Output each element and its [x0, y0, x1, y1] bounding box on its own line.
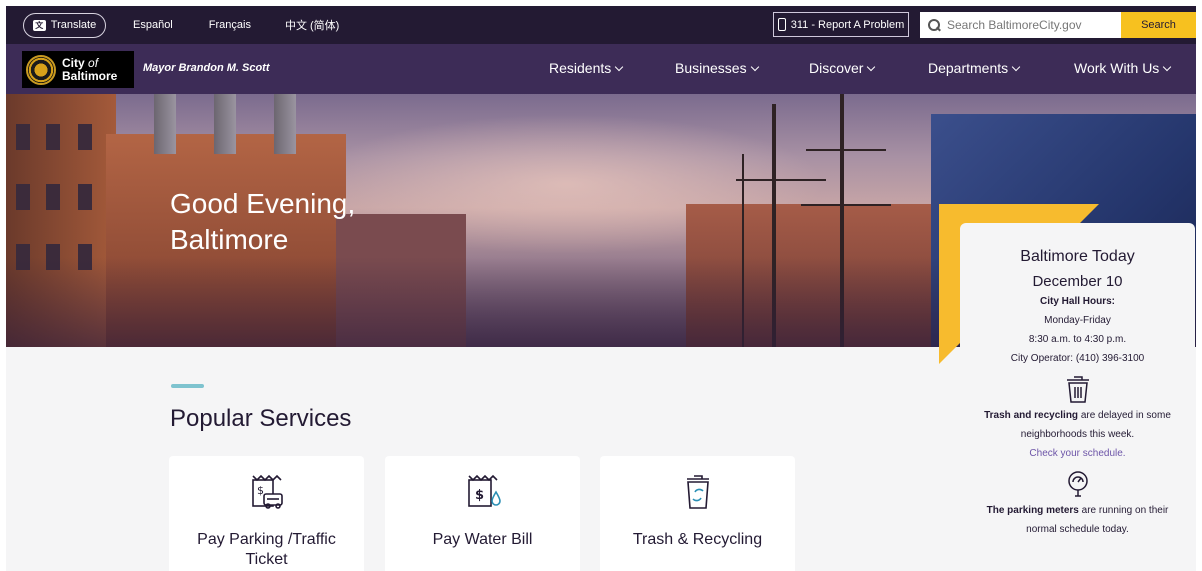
- check-schedule-link[interactable]: Check your schedule.: [960, 444, 1195, 463]
- nav-departments-label: Departments: [928, 60, 1009, 76]
- parking-meter-icon: [960, 467, 1195, 501]
- nav-work-with-us[interactable]: Work With Us: [1074, 60, 1172, 76]
- search-button[interactable]: Search: [1121, 12, 1196, 38]
- language-link-chinese[interactable]: 中文 (简体): [285, 17, 339, 33]
- city-hall-hours-label: City Hall Hours:: [1039, 296, 1115, 307]
- utility-bar: 文 Translate Español Français 中文 (简体) 311…: [6, 6, 1196, 44]
- logo-text: City of Baltimore: [62, 55, 118, 83]
- city-logo[interactable]: City of Baltimore: [22, 51, 134, 88]
- trash-notice-bold: Trash and recycling: [984, 410, 1079, 421]
- service-card-water[interactable]: $ Pay Water Bill: [385, 456, 580, 571]
- greeting-line2: Baltimore: [170, 224, 289, 255]
- parking-ticket-icon: $: [247, 472, 287, 517]
- search-field[interactable]: [920, 12, 1121, 38]
- translate-button[interactable]: 文 Translate: [23, 12, 106, 38]
- nav-businesses[interactable]: Businesses: [675, 60, 759, 76]
- trash-notice: Trash and recycling are delayed in some: [960, 406, 1195, 425]
- translate-icon: 文: [32, 19, 46, 31]
- site-search: Search: [920, 12, 1196, 38]
- trash-icon: [960, 372, 1195, 406]
- today-date: December 10: [1032, 273, 1123, 290]
- water-bill-icon: $: [463, 472, 503, 517]
- translate-label: Translate: [50, 19, 97, 31]
- greeting-line1: Good Evening,: [170, 188, 356, 219]
- chevron-down-icon: [1163, 62, 1172, 71]
- meters-notice-line2: normal schedule today.: [1026, 524, 1129, 535]
- svg-text:$: $: [257, 484, 264, 497]
- section-accent: [171, 384, 204, 388]
- service-card-label: Pay Water Bill: [432, 531, 533, 548]
- mayor-name[interactable]: Mayor Brandon M. Scott: [143, 62, 270, 74]
- nav-businesses-label: Businesses: [675, 60, 747, 76]
- meters-notice: The parking meters are running on their: [960, 501, 1195, 520]
- report-problem-label: 311 - Report A Problem: [790, 18, 905, 31]
- service-card-parking[interactable]: $ Pay Parking /Traffic Ticket: [169, 456, 364, 571]
- nav-departments[interactable]: Departments: [928, 60, 1021, 76]
- meters-notice-rest: are running on their: [1078, 505, 1169, 516]
- chevron-down-icon: [750, 62, 759, 71]
- phone-icon: [777, 18, 786, 31]
- hero-greeting: Good Evening, Baltimore: [170, 186, 355, 258]
- search-icon: [928, 19, 940, 31]
- logo-city: City: [62, 55, 85, 70]
- nav-residents-label: Residents: [549, 60, 612, 76]
- search-input[interactable]: [947, 18, 1107, 32]
- city-seal-icon: [26, 54, 56, 85]
- city-hall-hours-days: Monday-Friday: [1044, 315, 1111, 326]
- main-nav: City of Baltimore Mayor Brandon M. Scott…: [6, 44, 1196, 94]
- nav-residents[interactable]: Residents: [549, 60, 624, 76]
- baltimore-today-panel: Baltimore Today December 10 City Hall Ho…: [960, 223, 1195, 571]
- nav-discover-label: Discover: [809, 60, 864, 76]
- service-card-label: Trash & Recycling: [632, 531, 763, 548]
- language-link-french[interactable]: Français: [209, 19, 251, 31]
- logo-of: of: [88, 55, 99, 70]
- meters-notice-bold: The parking meters: [986, 505, 1079, 516]
- service-card-trash[interactable]: Trash & Recycling: [600, 456, 795, 571]
- chevron-down-icon: [615, 62, 624, 71]
- logo-baltimore: Baltimore: [62, 68, 118, 83]
- city-operator: City Operator: (410) 396-3100: [1010, 353, 1145, 364]
- trash-notice-line2: neighborhoods this week.: [1020, 429, 1135, 440]
- section-title: Popular Services: [170, 405, 352, 432]
- trash-recycling-icon: [678, 472, 718, 517]
- today-title: Baltimore Today: [1020, 248, 1135, 265]
- svg-text:$: $: [475, 488, 484, 503]
- nav-discover[interactable]: Discover: [809, 60, 876, 76]
- chevron-down-icon: [867, 62, 876, 71]
- language-link-spanish[interactable]: Español: [133, 19, 173, 31]
- service-card-label: Pay Parking /Traffic Ticket: [197, 531, 336, 568]
- city-hall-hours-time: 8:30 a.m. to 4:30 p.m.: [1028, 334, 1127, 345]
- report-problem-button[interactable]: 311 - Report A Problem: [773, 12, 909, 37]
- nav-work-with-us-label: Work With Us: [1074, 60, 1160, 76]
- chevron-down-icon: [1011, 62, 1021, 71]
- trash-notice-rest: are delayed in some: [1078, 410, 1171, 421]
